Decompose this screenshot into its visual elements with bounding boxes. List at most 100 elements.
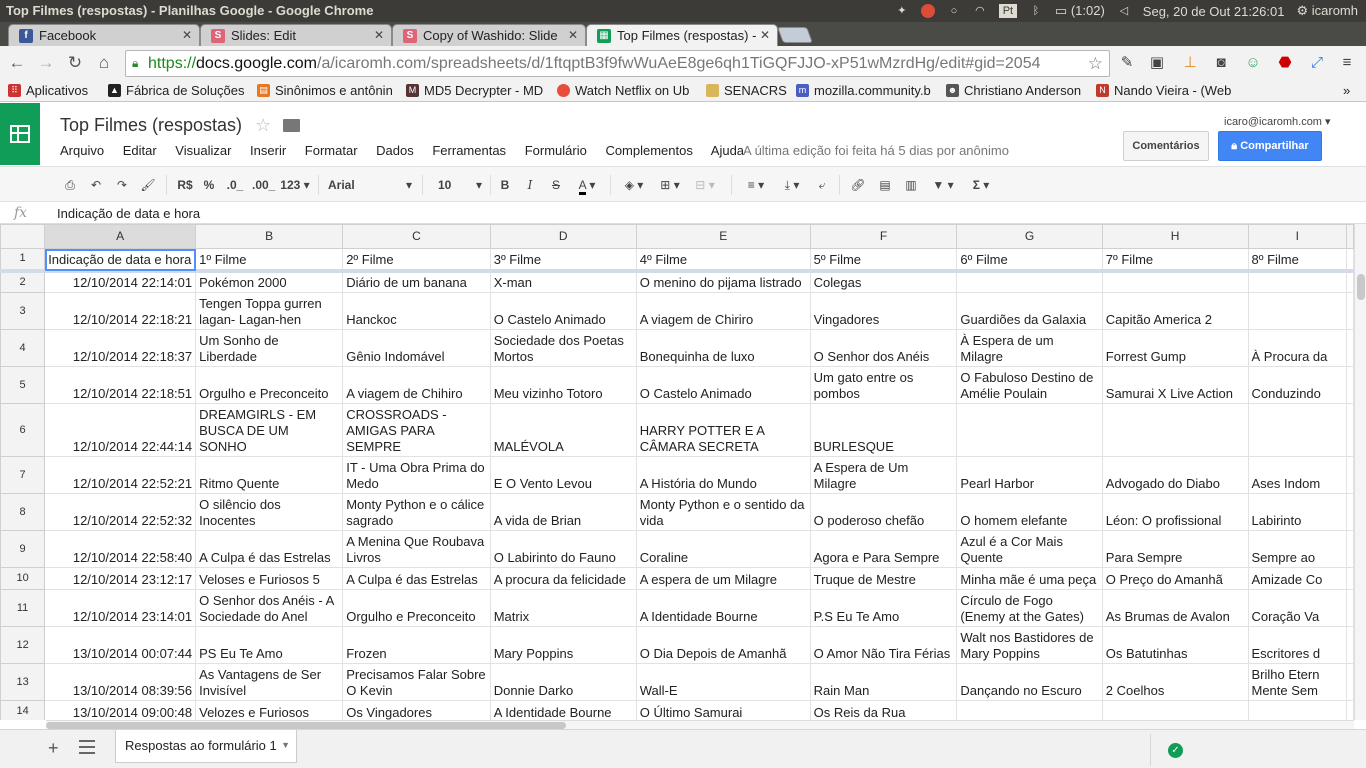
cell-a7[interactable]: 12/10/2014 22:52:21 [44, 456, 197, 494]
cell-overflow[interactable] [1346, 403, 1354, 457]
cell-f7[interactable]: A Espera de Um Milagre [809, 456, 958, 494]
scroll-thumb[interactable] [46, 722, 566, 729]
cell-d8[interactable]: A vida de Brian [489, 493, 637, 531]
cell-h10[interactable]: O Preço do Amanhã [1101, 567, 1249, 590]
cell-h7[interactable]: Advogado do Diabo [1101, 456, 1249, 494]
cell-g10[interactable]: Minha mãe é uma peça [956, 567, 1103, 590]
increase-decimal-button[interactable]: .00_ [252, 176, 275, 194]
insert-link-icon[interactable]: 🔗︎ [848, 176, 868, 194]
cell-overflow[interactable] [1346, 456, 1354, 494]
cell-d5[interactable]: Meu vizinho Totoro [489, 366, 637, 404]
cell-f1[interactable]: 5º Filme [809, 248, 958, 273]
cell-overflow[interactable] [1346, 589, 1354, 627]
cell-b9[interactable]: A Culpa é das Estrelas [195, 530, 344, 568]
cell-g7[interactable]: Pearl Harbor [956, 456, 1103, 494]
cell-c1[interactable]: 2º Filme [342, 248, 491, 273]
close-tab-icon[interactable]: ✕ [374, 28, 384, 42]
cell-b10[interactable]: Veloses e Furiosos 5 [195, 567, 344, 590]
forward-arrow-icon[interactable]: → [35, 52, 57, 74]
cell-c9[interactable]: A Menina Que Roubava Livros [342, 530, 491, 568]
adblock-extension-icon[interactable]: ⬣ [1275, 54, 1295, 72]
cell-g5[interactable]: O Fabuloso Destino de Amélie Poulain [956, 366, 1103, 404]
cell-e1[interactable]: 4º Filme [635, 248, 811, 273]
menu-ferramentas[interactable]: Ferramentas [432, 143, 506, 158]
cell-f14[interactable]: Os Reis da Rua [809, 700, 958, 720]
menu-arquivo[interactable]: Arquivo [60, 143, 104, 158]
bookmark-netflix[interactable]: Watch Netflix on Ub [557, 83, 694, 98]
cell-c3[interactable]: Hanckoc [342, 292, 491, 330]
redo-icon[interactable]: ↷ [114, 176, 130, 194]
cell-f9[interactable]: Agora e Para Sempre [809, 530, 958, 568]
cell-h9[interactable]: Para Sempre [1101, 530, 1249, 568]
merge-cells-button[interactable]: ⊟ ▾ [690, 176, 720, 194]
cell-i2[interactable] [1247, 270, 1347, 293]
ruler-extension-icon[interactable]: ⊥ [1180, 54, 1200, 72]
tab-top-filmes[interactable]: ▦ Top Filmes (respostas) - ✕ [586, 24, 778, 46]
close-tab-icon[interactable]: ✕ [568, 28, 578, 42]
column-header-c[interactable]: C [342, 224, 491, 249]
cell-overflow[interactable] [1346, 329, 1354, 367]
volume-icon[interactable]: ◁ [1117, 4, 1131, 18]
cell-a13[interactable]: 13/10/2014 08:39:56 [44, 663, 197, 701]
column-header-a[interactable]: A [44, 224, 197, 249]
row-header[interactable]: 5 [0, 366, 46, 404]
cell-e11[interactable]: A Identidade Bourne [635, 589, 811, 627]
screen-capture-extension-icon[interactable]: ▣ [1147, 54, 1167, 72]
cell-a3[interactable]: 12/10/2014 22:18:21 [44, 292, 197, 330]
cell-d13[interactable]: Donnie Darko [489, 663, 637, 701]
select-all-corner[interactable] [0, 224, 46, 249]
vertical-align-button[interactable]: ⤓ ▾ [777, 176, 807, 194]
bookmark-christiano[interactable]: ☻ Christiano Anderson [946, 83, 1082, 98]
bookmarks-overflow-icon[interactable]: » [1343, 83, 1361, 98]
cell-a6[interactable]: 12/10/2014 22:44:14 [44, 403, 197, 457]
cell-a10[interactable]: 12/10/2014 23:12:17 [44, 567, 197, 590]
filter-button[interactable]: ▼ ▾ [928, 176, 958, 194]
cell-i4[interactable]: À Procura da [1247, 329, 1347, 367]
sheet-tab-respostas[interactable]: Respostas ao formulário 1 ▼ [115, 730, 297, 763]
dropbox-icon[interactable]: ✦ [895, 4, 909, 18]
wifi-icon[interactable]: ◠ [973, 4, 987, 18]
folder-icon[interactable] [283, 119, 300, 132]
bookmark-nando[interactable]: N Nando Vieira - (Web [1096, 83, 1232, 98]
cell-h6[interactable] [1101, 403, 1249, 457]
cell-d2[interactable]: X-man [489, 270, 637, 293]
menu-visualizar[interactable]: Visualizar [175, 143, 231, 158]
insert-chart-icon[interactable]: ▥ [902, 176, 920, 194]
last-edit-link[interactable]: A última edição foi feita há 5 dias por … [743, 143, 1009, 158]
cell-e3[interactable]: A viagem de Chiriro [635, 292, 811, 330]
cell-b14[interactable]: Velozes e Furiosos [195, 700, 344, 720]
menu-ajuda[interactable]: Ajuda [711, 143, 744, 158]
cell-c14[interactable]: Os Vingadores [342, 700, 491, 720]
row-header[interactable]: 12 [0, 626, 46, 664]
cell-g11[interactable]: Círculo de Fogo (Enemy at the Gates) [956, 589, 1103, 627]
cell-g13[interactable]: Dançando no Escuro [956, 663, 1103, 701]
cell-f2[interactable]: Colegas [809, 270, 958, 293]
cell-g6[interactable] [956, 403, 1103, 457]
cell-d7[interactable]: E O Vento Levou [489, 456, 637, 494]
cell-e8[interactable]: Monty Python e o sentido da vida [635, 493, 811, 531]
cell-f5[interactable]: Um gato entre os pombos [809, 366, 958, 404]
paint-format-icon[interactable]: 🖌︎ [140, 176, 156, 194]
text-color-button[interactable]: A ▾ [572, 176, 602, 195]
cell-a1[interactable]: Indicação de data e hora [44, 248, 197, 273]
wrap-text-icon[interactable]: ⤶ [813, 176, 831, 194]
cell-g14[interactable] [956, 700, 1103, 720]
cell-i11[interactable]: Coração Va [1247, 589, 1347, 627]
clock[interactable]: Seg, 20 de Out 21:26:01 [1143, 4, 1285, 19]
share-button[interactable]: 🔒︎ Compartilhar [1218, 131, 1322, 161]
cell-h13[interactable]: 2 Coelhos [1101, 663, 1249, 701]
cell-c12[interactable]: Frozen [342, 626, 491, 664]
cell-g3[interactable]: Guardiões da Galaxia [956, 292, 1103, 330]
bookmark-aplicativos[interactable]: ⠿ Aplicativos [8, 83, 104, 98]
chrome-menu-icon[interactable]: ≡ [1337, 54, 1357, 72]
cell-overflow[interactable] [1346, 663, 1354, 701]
star-icon[interactable]: ☆ [255, 115, 271, 136]
fill-color-button[interactable]: ◈ ▾ [619, 176, 649, 194]
cell-g12[interactable]: Walt nos Bastidores de Mary Poppins [956, 626, 1103, 664]
cell-overflow[interactable] [1346, 493, 1354, 531]
keyboard-layout-icon[interactable]: Pt [998, 4, 1017, 18]
cell-c10[interactable]: A Culpa é das Estrelas [342, 567, 491, 590]
cell-e5[interactable]: O Castelo Animado [635, 366, 811, 404]
menu-formulario[interactable]: Formulário [525, 143, 587, 158]
cell-h8[interactable]: Léon: O profissional [1101, 493, 1249, 531]
